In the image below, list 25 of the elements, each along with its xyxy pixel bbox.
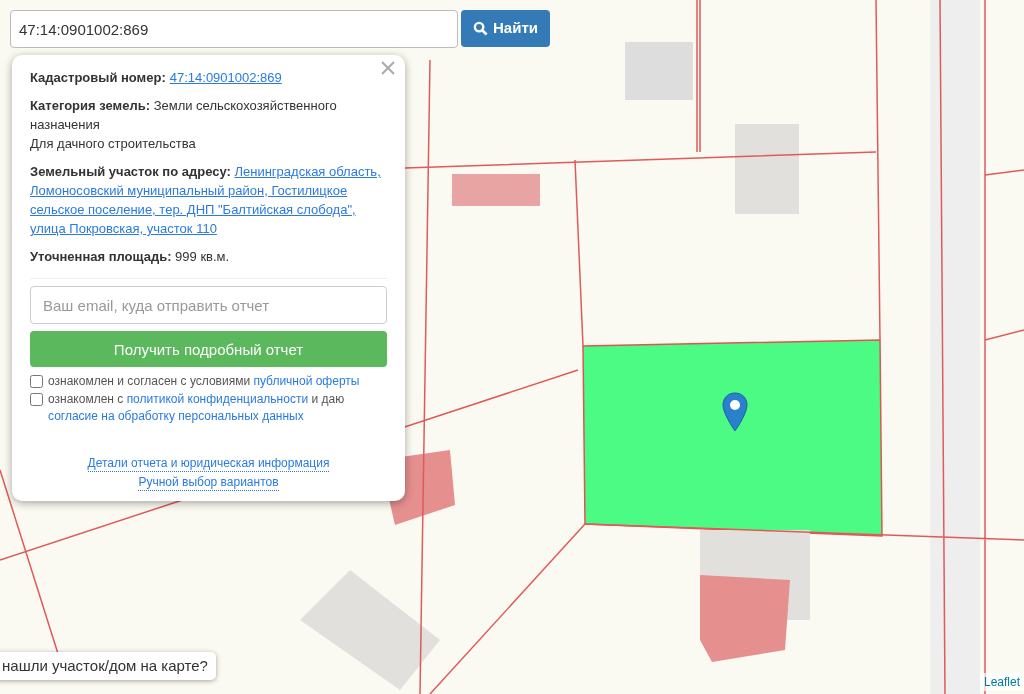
email-field[interactable]: Ваш email, куда отправить отчет — [30, 286, 387, 324]
map-pin-icon[interactable] — [722, 392, 748, 432]
consent-text: ознакомлен и согласен с условиями публичной оферты — [48, 373, 360, 390]
field-text: Категория земель: Земли сельскохозяйственного назначения — [30, 97, 338, 134]
close-button[interactable] — [381, 61, 395, 75]
search-field[interactable]: 47:14:0901002:869 — [10, 10, 458, 48]
field-text: Уточненная площадь: 999 кв.м. — [30, 248, 231, 266]
search-icon — [473, 21, 488, 36]
consent-text: ознакомлен с политикой конфиденциальности и даю согласие на обработку персональных данных — [48, 391, 346, 425]
search-button[interactable]: Найти — [461, 10, 550, 47]
info-link[interactable]: Детали отчета и юридическая информация — [87, 455, 330, 472]
address-text[interactable]: Земельный участок по адресу: Ленинградская область, Ломоносовский муниципальный район, Гостилицкое сельское поселение, тер. ДНП "Балтийская слобода", улица Покровская, участок 110 — [30, 162, 381, 238]
field-link[interactable]: 47:14:0901002:869 — [169, 68, 282, 87]
consent-checkbox[interactable] — [30, 393, 43, 406]
info-link[interactable]: Ручной выбор вариантов — [138, 474, 279, 491]
report-button[interactable]: Получить подробный отчет — [30, 331, 387, 367]
attribution-link[interactable]: Leaflet — [979, 673, 1024, 691]
field-label: Кадастровый номер: — [30, 69, 166, 87]
consent-link[interactable]: политикой конфиденциальности — [126, 392, 309, 406]
help-button[interactable]: нашли участок/дом на карте? — [0, 652, 216, 680]
field-note: Для дачного строительства — [30, 135, 197, 153]
close-icon — [381, 61, 395, 75]
consent-link[interactable]: согласие на обработку персональных данных — [48, 409, 304, 423]
consent-checkbox[interactable] — [30, 375, 43, 388]
consent-link[interactable]: публичной оферты — [253, 374, 360, 388]
